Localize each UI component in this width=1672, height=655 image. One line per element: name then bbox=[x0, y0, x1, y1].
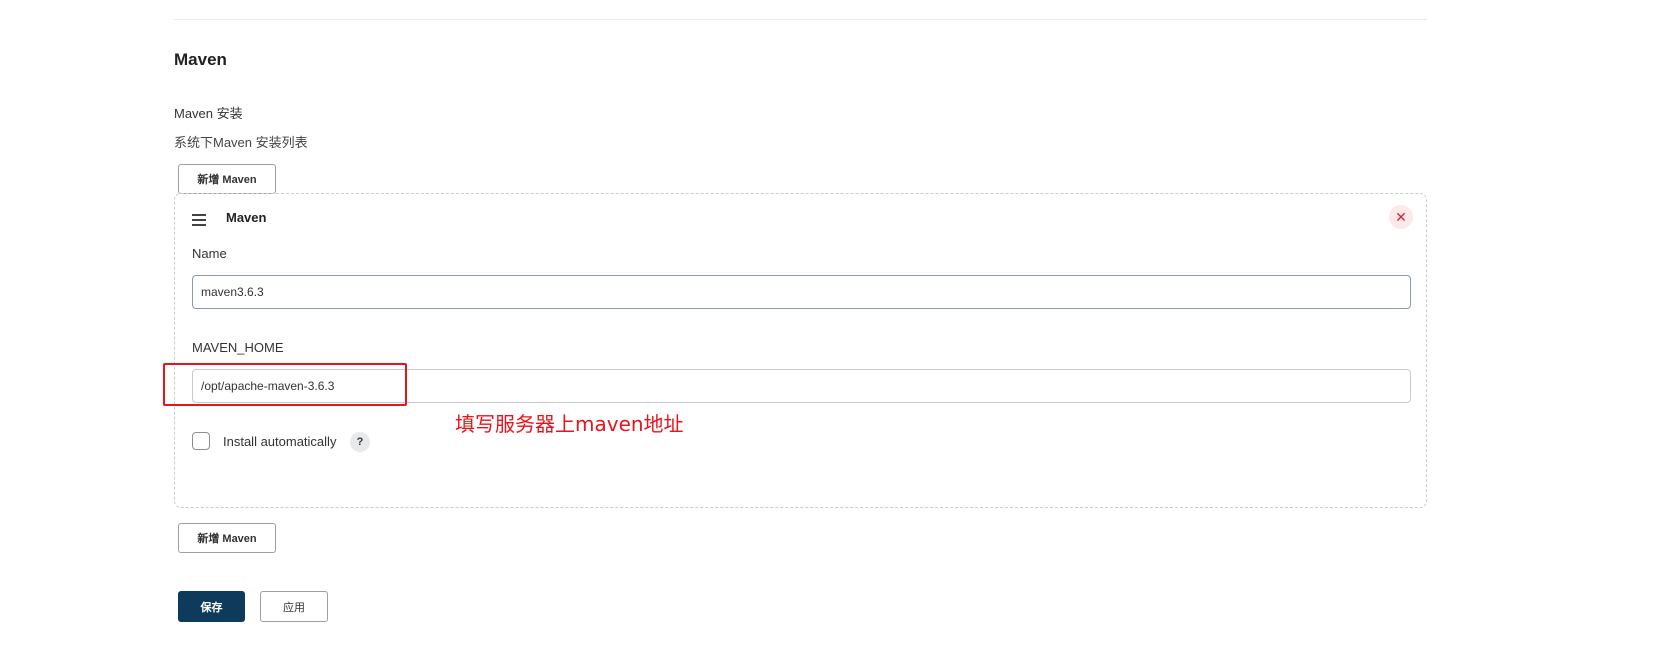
name-label: Name bbox=[192, 246, 227, 261]
add-maven-button-top[interactable]: 新增 Maven bbox=[178, 164, 276, 194]
apply-button[interactable]: 应用 bbox=[260, 591, 328, 622]
section-divider bbox=[174, 19, 1427, 20]
maven-install-label: Maven 安装 bbox=[174, 106, 243, 121]
help-icon[interactable]: ? bbox=[350, 432, 370, 452]
maven-installation-card: Maven ✕ Name MAVEN_HOME Install automati… bbox=[174, 193, 1427, 508]
name-input[interactable] bbox=[192, 275, 1411, 309]
maven-config-page: Maven Maven 安装 系统下Maven 安装列表 新增 Maven Ma… bbox=[0, 0, 1672, 655]
section-title: Maven bbox=[174, 50, 227, 69]
annotation-text: 填写服务器上maven地址 bbox=[455, 412, 684, 436]
install-automatically-checkbox[interactable] bbox=[192, 432, 210, 450]
save-button[interactable]: 保存 bbox=[178, 591, 245, 622]
annotation-highlight-box bbox=[163, 363, 407, 406]
card-title: Maven bbox=[226, 210, 267, 225]
maven-install-description: 系统下Maven 安装列表 bbox=[174, 135, 308, 150]
maven-home-label: MAVEN_HOME bbox=[192, 340, 284, 355]
drag-handle-icon[interactable] bbox=[192, 214, 207, 226]
install-automatically-label: Install automatically bbox=[223, 434, 337, 449]
close-icon[interactable]: ✕ bbox=[1389, 205, 1413, 229]
add-maven-button-bottom[interactable]: 新增 Maven bbox=[178, 523, 276, 553]
